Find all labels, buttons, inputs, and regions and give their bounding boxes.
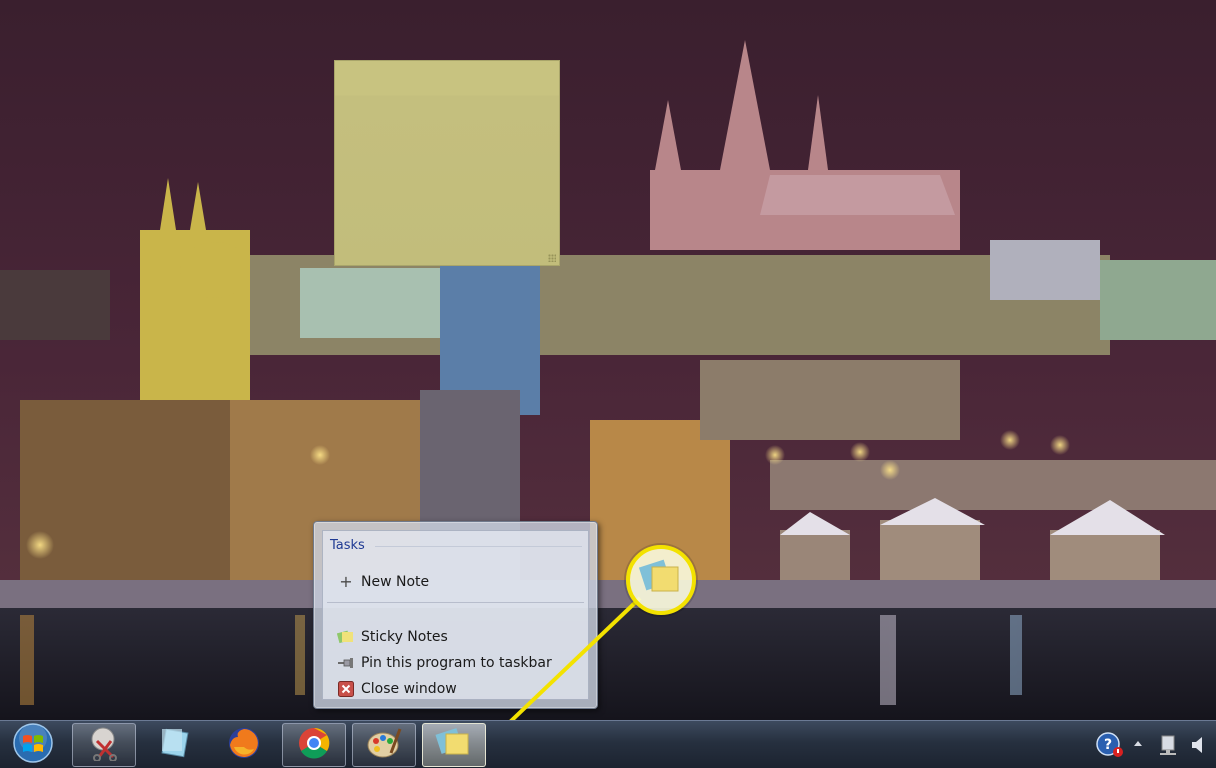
pin-to-taskbar-item[interactable]: Pin this program to taskbar — [327, 651, 584, 675]
taskbar-chrome-button[interactable] — [282, 723, 346, 767]
close-window-icon — [337, 680, 355, 698]
help-icon[interactable]: ? — [1096, 732, 1124, 758]
sticky-notes-magnified-icon — [638, 557, 684, 603]
pin-label: Pin this program to taskbar — [361, 655, 552, 671]
jump-list-divider — [327, 602, 584, 603]
windows-start-orb-icon — [11, 721, 55, 768]
pin-icon — [337, 654, 355, 672]
show-hidden-icons-arrow[interactable] — [1132, 738, 1144, 748]
jump-list-panel: Tasks + New Note Sticky Notes Pin this p… — [322, 530, 589, 700]
new-note-label: New Note — [361, 574, 430, 590]
paint-icon — [365, 725, 403, 765]
taskbar-sticky-notes-pinned-button[interactable] — [142, 723, 206, 767]
sticky-notes-icon — [434, 725, 474, 765]
taskbar-firefox-button[interactable] — [212, 723, 276, 767]
volume-icon[interactable] — [1190, 734, 1204, 756]
taskbar-jump-list: Tasks + New Note Sticky Notes Pin this p… — [313, 521, 598, 709]
sticky-notes-pinned-icon — [156, 725, 192, 765]
network-icon[interactable] — [1158, 734, 1178, 756]
resize-grip-icon[interactable] — [548, 254, 556, 262]
jump-list-header-divider — [375, 546, 582, 547]
jump-list-tasks-header: Tasks — [330, 538, 365, 553]
callout-magnifier — [626, 545, 696, 615]
taskbar-snipping-tool-button[interactable] — [72, 723, 136, 767]
svg-text:?: ? — [1104, 737, 1112, 753]
close-window-label: Close window — [361, 681, 457, 697]
sticky-notes-icon — [337, 628, 355, 646]
taskbar-paint-button[interactable] — [352, 723, 416, 767]
system-tray: ? — [1086, 721, 1216, 768]
open-sticky-notes-item[interactable]: Sticky Notes — [327, 625, 584, 649]
new-note-task[interactable]: + New Note — [327, 570, 584, 594]
taskbar: ? — [0, 720, 1216, 768]
firefox-icon — [226, 725, 262, 765]
sticky-notes-label: Sticky Notes — [361, 629, 448, 645]
sticky-note-window[interactable] — [334, 60, 560, 266]
start-button[interactable] — [10, 723, 56, 767]
chrome-icon — [296, 725, 332, 765]
taskbar-sticky-notes-button[interactable] — [422, 723, 486, 767]
plus-icon: + — [339, 572, 353, 591]
snipping-tool-icon — [85, 725, 123, 765]
desktop-wallpaper — [0, 0, 1216, 720]
close-window-item[interactable]: Close window — [327, 677, 584, 701]
